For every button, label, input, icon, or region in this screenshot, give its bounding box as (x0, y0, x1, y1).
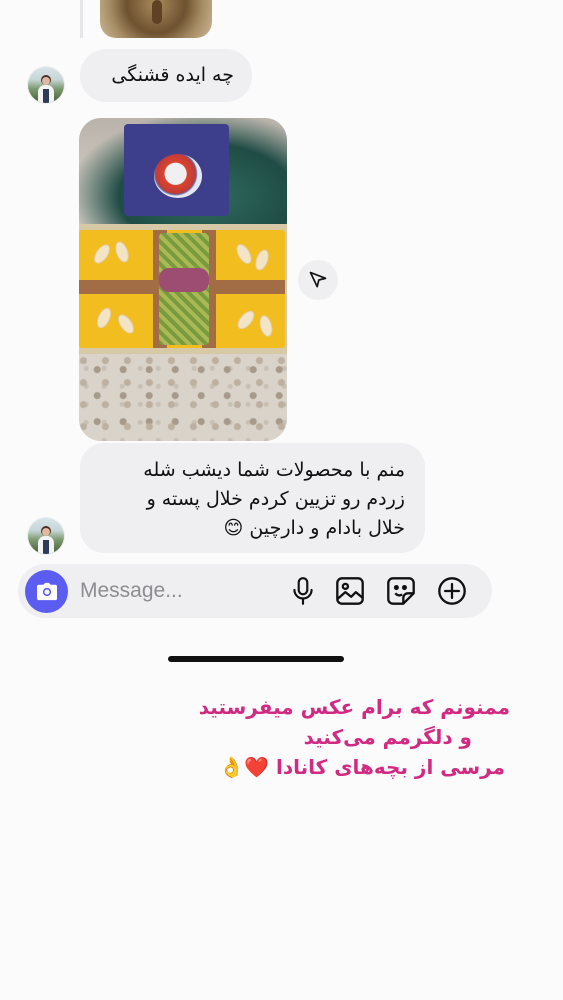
send-icon (309, 271, 327, 288)
avatar-shirt (43, 89, 49, 103)
avatar[interactable] (28, 518, 64, 554)
caption-line: مرسی از بچه‌های کانادا ❤️👌 (219, 755, 505, 779)
gallery-button[interactable] (334, 575, 366, 607)
sticker-button[interactable] (385, 575, 417, 607)
rose-petals (159, 268, 209, 292)
food-photo-message[interactable] (79, 118, 287, 441)
microphone-button[interactable] (287, 575, 319, 607)
camera-button[interactable] (25, 570, 68, 613)
previous-photo-message[interactable] (100, 0, 212, 38)
avatar-shirt (43, 540, 49, 554)
avatar[interactable] (28, 67, 64, 103)
share-button[interactable] (298, 260, 338, 300)
gallery-icon (336, 577, 364, 605)
sticker-icon (387, 577, 415, 605)
photo-detail (152, 0, 162, 24)
photo-countertop (79, 354, 287, 441)
message-input[interactable] (80, 575, 280, 607)
avatar-face (42, 528, 50, 536)
caption-line: و دلگرمم می‌کنید (303, 725, 472, 749)
thread-connector (80, 0, 83, 38)
camera-icon (36, 582, 57, 600)
caption-text: ممنونم که برام عکس میفرستید و دلگرمم می‌… (150, 692, 510, 782)
packet-graphic (154, 154, 202, 198)
message-bubble[interactable]: چه ایده قشنگی (80, 49, 252, 102)
message-bubble[interactable]: منم با محصولات شما دیشب شله زردم رو تزیی… (80, 443, 425, 553)
add-button[interactable] (436, 575, 468, 607)
microphone-icon (293, 577, 313, 605)
avatar-face (42, 77, 50, 85)
caption-line: ممنونم که برام عکس میفرستید (198, 695, 510, 719)
photo-packet (124, 124, 229, 216)
plus-icon (438, 577, 466, 605)
home-indicator[interactable] (168, 656, 344, 662)
